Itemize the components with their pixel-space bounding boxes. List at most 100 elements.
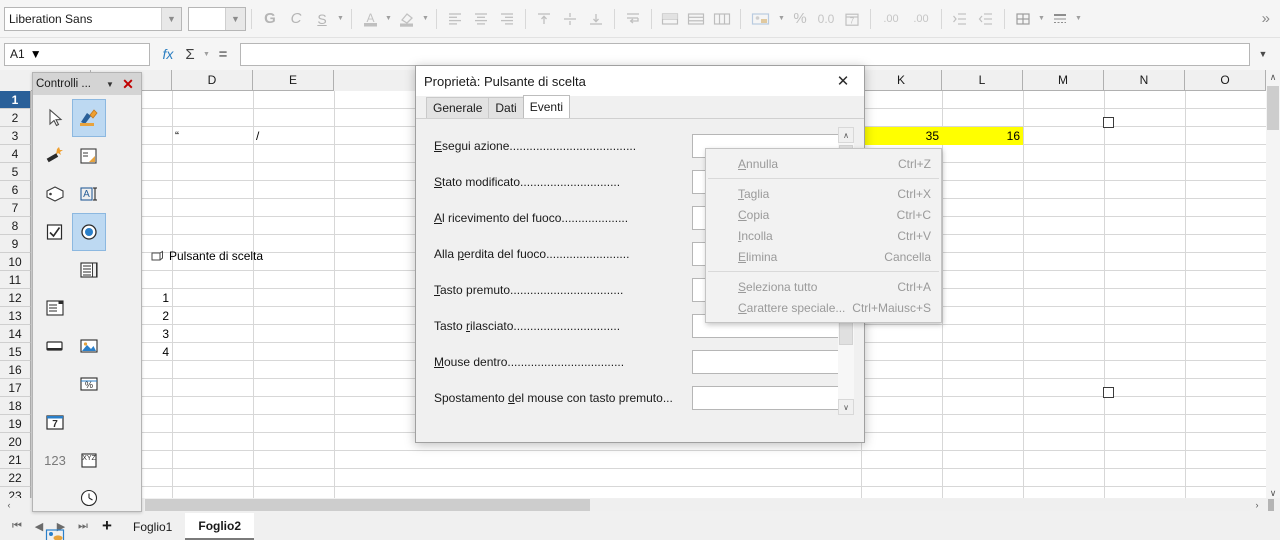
align-center-button[interactable]	[468, 6, 494, 32]
row-header-18[interactable]: 18	[0, 397, 31, 415]
row-header-1[interactable]: 1	[0, 91, 31, 109]
highlight-dropdown-icon[interactable]: ▼	[420, 6, 431, 32]
column-header-m[interactable]: M	[1023, 70, 1104, 91]
chevron-down-icon[interactable]: ▼	[102, 80, 118, 89]
row-header-16[interactable]: 16	[0, 361, 31, 379]
underline-dropdown-icon[interactable]: ▼	[335, 6, 346, 32]
cell-E3[interactable]: /	[253, 127, 334, 145]
function-wizard-button[interactable]: fx	[157, 42, 179, 66]
dialog-tab-eventi[interactable]: Eventi	[522, 95, 571, 118]
row-header-17[interactable]: 17	[0, 379, 31, 397]
formula-button[interactable]: =	[212, 42, 234, 66]
row-header-14[interactable]: 14	[0, 325, 31, 343]
label-field-button[interactable]	[38, 175, 72, 213]
event-assignment-input[interactable]	[692, 350, 848, 374]
text-box-button[interactable]: A	[72, 175, 106, 213]
close-icon[interactable]: ✕	[830, 68, 856, 94]
format-as-percent-button[interactable]: %	[787, 6, 813, 32]
option-button-button[interactable]	[72, 213, 106, 251]
control-wizards-button[interactable]	[38, 137, 72, 175]
name-box[interactable]: A1 ▼	[4, 42, 150, 66]
row-header-22[interactable]: 22	[0, 469, 31, 487]
sum-dropdown-icon[interactable]: ▼	[201, 41, 212, 67]
row-header-4[interactable]: 4	[0, 145, 31, 163]
checkbox-control-n17[interactable]	[1103, 387, 1114, 398]
vertical-scrollbar[interactable]: ∧ ∨	[1266, 70, 1280, 500]
row-header-2[interactable]: 2	[0, 109, 31, 127]
column-header-e[interactable]: E	[253, 70, 334, 91]
row-header-13[interactable]: 13	[0, 307, 31, 325]
column-header-k[interactable]: K	[861, 70, 942, 91]
scroll-down-icon[interactable]: ∨	[838, 399, 854, 415]
cell-L3[interactable]: 16	[942, 127, 1023, 145]
merge-cells-button[interactable]	[657, 6, 683, 32]
combo-box-button[interactable]	[38, 289, 72, 327]
expand-formula-bar-icon[interactable]: ▼	[1250, 42, 1276, 67]
dialog-tab-dati[interactable]: Dati	[488, 97, 524, 118]
scroll-right-icon[interactable]: ›	[1250, 498, 1264, 512]
align-left-button[interactable]	[442, 6, 468, 32]
scroll-up-icon[interactable]: ∧	[838, 127, 854, 143]
italic-button[interactable]: C	[283, 6, 309, 32]
border-style-dropdown-icon[interactable]: ▼	[1073, 6, 1084, 32]
row-header-10[interactable]: 10	[0, 253, 31, 271]
border-style-button[interactable]	[1047, 6, 1073, 32]
row-header-15[interactable]: 15	[0, 343, 31, 361]
format-as-date-button[interactable]: 7	[839, 6, 865, 32]
design-mode-button[interactable]	[72, 99, 106, 137]
list-box-button[interactable]	[72, 251, 106, 289]
font-name-combo[interactable]: Liberation Sans ▼	[4, 6, 182, 31]
row-header-3[interactable]: 3	[0, 127, 31, 145]
row-header-19[interactable]: 19	[0, 415, 31, 433]
add-decimal-button[interactable]: .00	[876, 6, 906, 32]
check-box-button[interactable]	[38, 213, 72, 251]
format-as-number-button[interactable]: 0.0	[813, 6, 839, 32]
format-as-currency-button[interactable]	[746, 6, 776, 32]
pattern-field-button[interactable]: XYZ	[72, 441, 106, 479]
font-color-dropdown-icon[interactable]: ▼	[383, 6, 394, 32]
formatted-field-button[interactable]: %	[72, 365, 106, 403]
underline-button[interactable]: S	[309, 6, 335, 32]
wrap-text-button[interactable]	[620, 6, 646, 32]
column-header-d[interactable]: D	[172, 70, 253, 91]
currency-field-button[interactable]	[38, 517, 72, 540]
merge-center-button[interactable]	[683, 6, 709, 32]
currency-dropdown-icon[interactable]: ▼	[776, 6, 787, 32]
event-assignment-input[interactable]	[692, 386, 848, 410]
align-right-button[interactable]	[494, 6, 520, 32]
borders-button[interactable]	[1010, 6, 1036, 32]
toolbar-overflow-button[interactable]: »	[1262, 10, 1276, 27]
cell-D3[interactable]: “	[172, 127, 253, 145]
row-header-8[interactable]: 8	[0, 217, 31, 235]
row-header-6[interactable]: 6	[0, 181, 31, 199]
form-controls-title-bar[interactable]: Controlli ... ▼ ✕	[33, 73, 141, 95]
close-icon[interactable]: ✕	[118, 76, 138, 93]
horizontal-scroll-thumb[interactable]	[145, 499, 590, 511]
image-button-button[interactable]	[72, 327, 106, 365]
highlight-color-button[interactable]	[394, 6, 420, 32]
row-header-5[interactable]: 5	[0, 163, 31, 181]
font-color-button[interactable]: A	[357, 6, 383, 32]
scroll-up-icon[interactable]: ∧	[1266, 70, 1280, 84]
column-header-o[interactable]: O	[1185, 70, 1266, 91]
column-header-l[interactable]: L	[942, 70, 1023, 91]
first-sheet-button[interactable]: ⏮	[6, 514, 28, 538]
decrease-indent-button[interactable]	[973, 6, 999, 32]
borders-dropdown-icon[interactable]: ▼	[1036, 6, 1047, 32]
align-middle-button[interactable]	[557, 6, 583, 32]
sheet-tab-foglio2[interactable]: Foglio2	[185, 513, 255, 540]
row-header-9[interactable]: 9	[0, 235, 31, 253]
bold-button[interactable]: G	[257, 6, 283, 32]
option-button-control[interactable]: Pulsante di scelta	[151, 249, 263, 263]
chevron-down-icon[interactable]: ▼	[30, 47, 42, 61]
vertical-scroll-thumb[interactable]	[1267, 86, 1279, 130]
form-properties-button[interactable]	[72, 137, 106, 175]
select-tool-button[interactable]	[38, 99, 72, 137]
scroll-grip[interactable]	[1268, 499, 1274, 511]
dialog-tab-generale[interactable]: Generale	[426, 97, 490, 118]
checkbox-control-n1[interactable]	[1103, 117, 1114, 128]
increase-indent-button[interactable]	[947, 6, 973, 32]
formula-input[interactable]	[240, 42, 1250, 66]
scroll-left-icon[interactable]: ‹	[2, 498, 16, 512]
row-header-7[interactable]: 7	[0, 199, 31, 217]
